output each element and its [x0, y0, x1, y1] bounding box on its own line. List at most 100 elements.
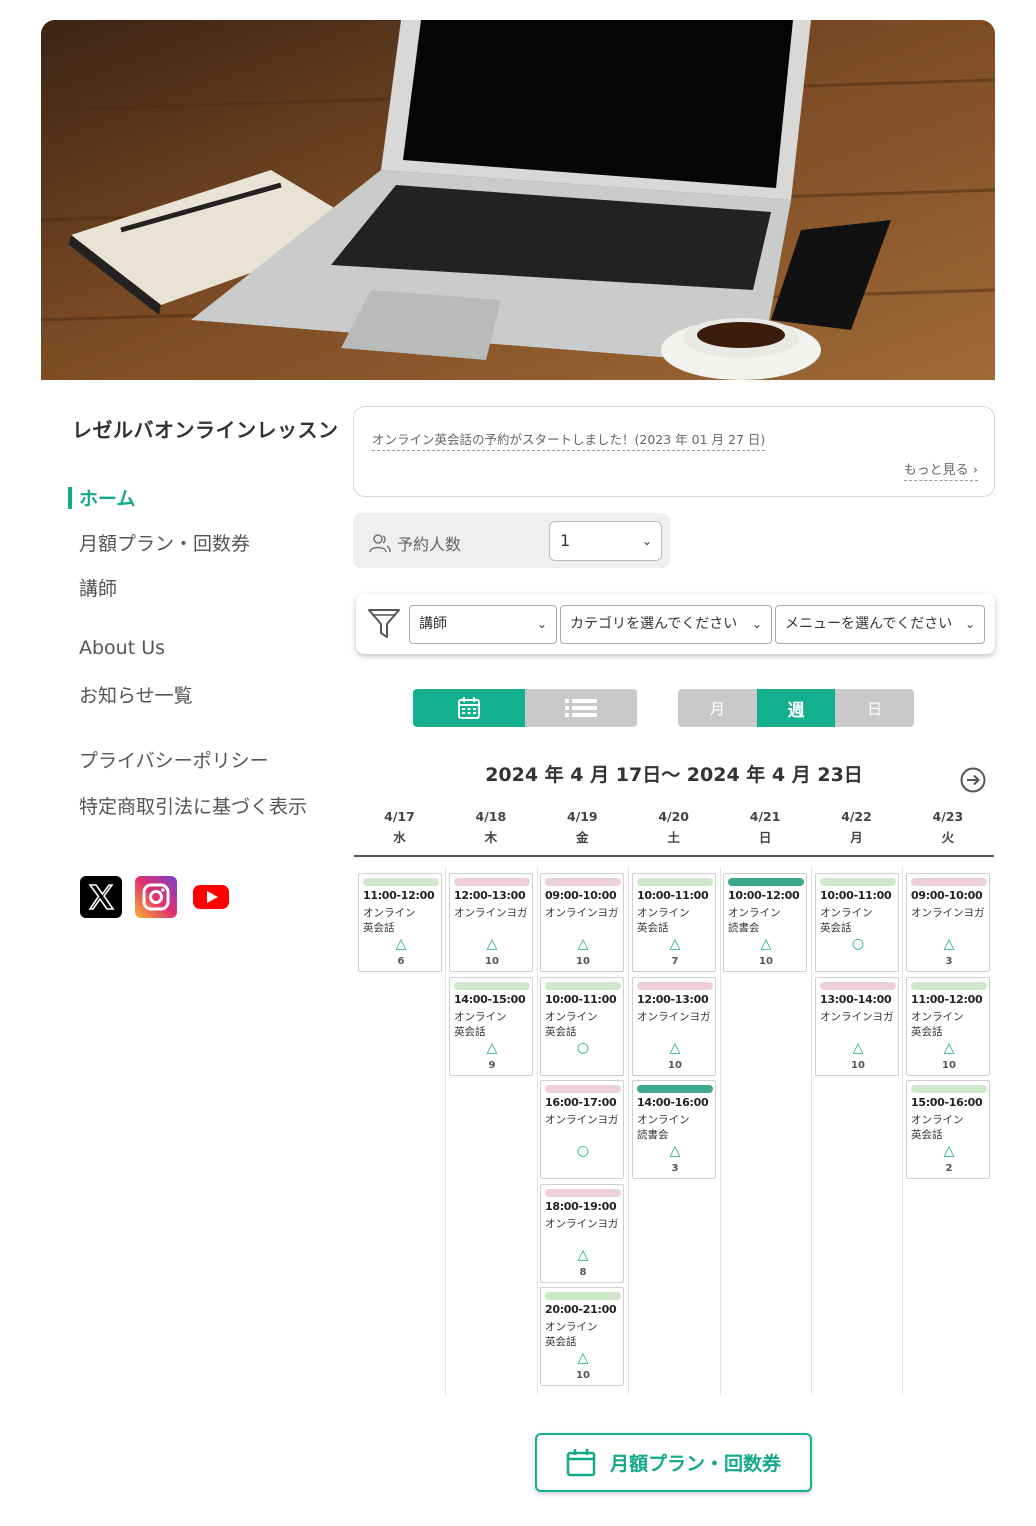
- category-color-bar: [545, 1189, 621, 1197]
- lesson-name-line: 英会話: [363, 922, 395, 934]
- calendar-icon: [566, 1448, 596, 1476]
- youtube-icon[interactable]: [190, 876, 232, 918]
- lesson-name-line: オンライン: [820, 907, 873, 919]
- lesson-name-line: オンライン: [911, 1114, 964, 1126]
- lesson-card[interactable]: 09:00-10:00 オンラインヨガ △ 10: [540, 873, 624, 972]
- remaining-seats: 6: [397, 956, 405, 967]
- notice-link[interactable]: オンライン英会話の予約がスタートしました！(2023 年 01 月 27 日): [372, 429, 766, 451]
- lesson-name: オンラインヨガ: [820, 1010, 900, 1025]
- category-color-bar: [454, 878, 530, 886]
- next-week-icon[interactable]: [960, 767, 986, 793]
- column-separator: [537, 867, 538, 1395]
- nav-news[interactable]: お知らせ一覧: [79, 681, 193, 708]
- category-color-bar: [637, 1085, 713, 1093]
- nav-about[interactable]: About Us: [79, 637, 165, 659]
- category-color-bar: [820, 878, 896, 886]
- day-header: 4/18 木: [445, 806, 536, 848]
- lesson-time: 14:00-15:00: [454, 993, 526, 1006]
- notice-box: オンライン英会話の予約がスタートしました！(2023 年 01 月 27 日) …: [353, 406, 995, 497]
- lesson-card[interactable]: 11:00-12:00 オンライン 英会話 △ 10: [906, 977, 990, 1076]
- lesson-time: 11:00-12:00: [911, 993, 983, 1006]
- lesson-card[interactable]: 14:00-16:00 オンライン 読書会 △ 3: [632, 1080, 716, 1179]
- plan-button-label: 月額プラン・回数券: [609, 1453, 781, 1475]
- lesson-card[interactable]: 10:00-11:00 オンライン 英会話 △ 7: [632, 873, 716, 972]
- lesson-time: 12:00-13:00: [637, 993, 709, 1006]
- x-icon[interactable]: [80, 876, 122, 918]
- category-select[interactable]: カテゴリを選んでください ⌄: [560, 605, 772, 644]
- nav-legal[interactable]: 特定商取引法に基づく表示: [79, 792, 307, 819]
- availability-mark: ○: [576, 1040, 590, 1056]
- teacher-select-value: 講師: [419, 616, 447, 632]
- hero-image: [41, 20, 995, 380]
- lesson-card[interactable]: 18:00-19:00 オンラインヨガ △ 8: [540, 1184, 624, 1283]
- day-date: 4/18: [475, 809, 507, 824]
- site-title[interactable]: レゼルバオンラインレッスン: [72, 414, 339, 443]
- day-of-week: 金: [576, 830, 589, 845]
- lesson-card[interactable]: 09:00-10:00 オンラインヨガ △ 3: [906, 873, 990, 972]
- instagram-icon[interactable]: [135, 876, 177, 918]
- remaining-seats: 10: [576, 956, 590, 967]
- lesson-card[interactable]: 20:00-21:00 オンライン 英会話 △ 10: [540, 1287, 624, 1386]
- category-select-value: カテゴリを選んでください: [570, 616, 738, 632]
- lesson-card[interactable]: 10:00-11:00 オンライン 英会話 ○: [815, 873, 899, 972]
- remaining-seats: 10: [576, 1370, 590, 1381]
- teacher-select[interactable]: 講師 ⌄: [409, 605, 557, 644]
- list-view-button[interactable]: [525, 689, 637, 727]
- day-header: 4/19 金: [537, 806, 628, 848]
- column-separator: [720, 867, 721, 1395]
- nav-plans[interactable]: 月額プラン・回数券: [79, 529, 250, 556]
- day-date: 4/22: [841, 809, 872, 824]
- day-of-week: 土: [667, 830, 680, 845]
- lesson-card[interactable]: 12:00-13:00 オンラインヨガ △ 10: [632, 977, 716, 1076]
- lesson-card[interactable]: 14:00-15:00 オンライン 英会話 △ 9: [449, 977, 533, 1076]
- lesson-name-line: オンラインヨガ: [637, 1011, 711, 1023]
- lesson-time: 14:00-16:00: [637, 1096, 709, 1109]
- tab-month[interactable]: 月: [678, 689, 757, 727]
- nav-privacy[interactable]: プライバシーポリシー: [79, 746, 269, 773]
- lesson-name-line: オンラインヨガ: [911, 907, 985, 919]
- chevron-down-icon: ⌄: [751, 617, 762, 631]
- availability-mark: △: [943, 1143, 955, 1159]
- lesson-card[interactable]: 12:00-13:00 オンラインヨガ △ 10: [449, 873, 533, 972]
- availability-mark: △: [669, 1040, 681, 1056]
- availability-mark: △: [486, 936, 498, 952]
- lesson-card[interactable]: 13:00-14:00 オンラインヨガ △ 10: [815, 977, 899, 1076]
- lesson-time: 09:00-10:00: [545, 889, 617, 902]
- people-count-box: 予約人数 1 ⌄: [353, 513, 670, 568]
- nav-teachers[interactable]: 講師: [79, 574, 117, 601]
- availability-mark: △: [395, 936, 407, 952]
- range-toggle: 月 週 日: [678, 689, 914, 727]
- lesson-card[interactable]: 15:00-16:00 オンライン 英会話 △ 2: [906, 1080, 990, 1179]
- lesson-name-line: オンラインヨガ: [545, 1114, 619, 1126]
- availability-mark: △: [852, 1040, 864, 1056]
- lesson-card[interactable]: 10:00-12:00 オンライン 読書会 △ 10: [723, 873, 807, 972]
- availability-mark: △: [577, 936, 589, 952]
- lesson-name-line: 英会話: [545, 1336, 577, 1348]
- lesson-card[interactable]: 11:00-12:00 オンライン 英会話 △ 6: [358, 873, 442, 972]
- lesson-name: オンライン 英会話: [911, 1113, 991, 1143]
- lesson-time: 10:00-11:00: [637, 889, 709, 902]
- lesson-name-line: オンライン: [363, 907, 416, 919]
- filter-icon: [368, 609, 400, 638]
- tab-day[interactable]: 日: [835, 689, 914, 727]
- lesson-name-line: 読書会: [637, 1129, 669, 1141]
- lesson-time: 18:00-19:00: [545, 1200, 617, 1213]
- remaining-seats: 9: [488, 1060, 496, 1071]
- lesson-time: 10:00-11:00: [820, 889, 892, 902]
- more-link[interactable]: もっと見る ›: [903, 459, 978, 481]
- people-count-select[interactable]: 1 ⌄: [549, 521, 662, 561]
- chevron-right-icon: ›: [972, 463, 978, 478]
- lesson-card[interactable]: 16:00-17:00 オンラインヨガ ○: [540, 1080, 624, 1179]
- lesson-time: 13:00-14:00: [820, 993, 892, 1006]
- view-toggle: [413, 689, 637, 727]
- menu-select[interactable]: メニューを選んでください ⌄: [775, 605, 985, 644]
- lesson-name-line: オンライン: [637, 907, 690, 919]
- lesson-name: オンラインヨガ: [545, 1217, 625, 1232]
- lesson-name-line: オンライン: [911, 1011, 964, 1023]
- calendar-view-button[interactable]: [413, 689, 525, 727]
- tab-week[interactable]: 週: [756, 689, 836, 727]
- plan-button[interactable]: 月額プラン・回数券: [535, 1433, 812, 1492]
- nav-home[interactable]: ホーム: [67, 484, 135, 511]
- lesson-card[interactable]: 10:00-11:00 オンライン 英会話 ○: [540, 977, 624, 1076]
- lesson-time: 16:00-17:00: [545, 1096, 617, 1109]
